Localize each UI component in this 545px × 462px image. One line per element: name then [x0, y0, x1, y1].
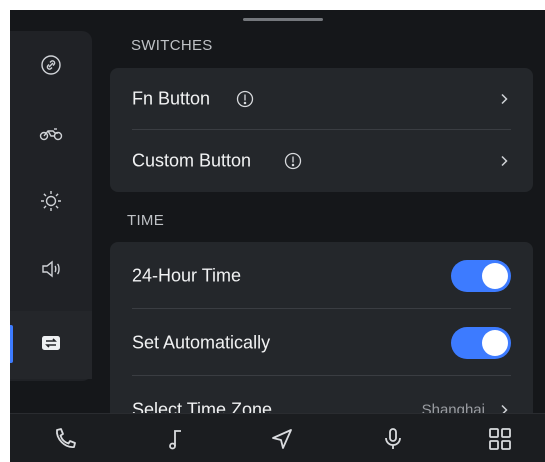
24-hour-time-row: 24-Hour Time: [110, 242, 533, 309]
24-hour-time-label: 24-Hour Time: [132, 265, 242, 285]
phone-icon[interactable]: [52, 426, 78, 452]
brightness-icon: [39, 189, 63, 218]
switch-settings-icon: [39, 331, 63, 360]
speaker-icon: [39, 257, 63, 286]
sidebar-item-general[interactable]: [10, 311, 92, 379]
settings-screen: SWITCHES Fn Button Custom Button TIME 24…: [0, 0, 545, 462]
sidebar-item-display[interactable]: [10, 169, 92, 237]
custom-button-label: Custom Button: [132, 150, 252, 171]
24-hour-time-toggle[interactable]: [451, 259, 511, 292]
microphone-icon[interactable]: [380, 426, 406, 452]
apps-grid-icon[interactable]: [487, 426, 513, 452]
toggle-knob: [482, 329, 508, 356]
link-icon: [39, 53, 63, 82]
motorcycle-icon: [39, 121, 63, 150]
drag-handle[interactable]: [243, 18, 323, 21]
switches-card: Fn Button Custom Button: [110, 68, 533, 192]
info-icon[interactable]: [236, 90, 254, 108]
info-icon[interactable]: [284, 152, 302, 170]
custom-button-row[interactable]: Custom Button: [110, 130, 533, 192]
section-title-time: TIME: [127, 212, 165, 229]
bottom-nav-bar: [0, 413, 545, 462]
sidebar-item-link[interactable]: [10, 33, 92, 101]
navigation-icon[interactable]: [269, 426, 295, 452]
set-automatically-label: Set Automatically: [132, 332, 271, 352]
sidebar-item-vehicle[interactable]: [10, 101, 92, 169]
fn-button-label: Fn Button: [132, 88, 211, 109]
time-card: 24-Hour Time Set Automatically Select Ti…: [110, 242, 533, 422]
fn-button-row[interactable]: Fn Button: [110, 68, 533, 130]
toggle-knob: [482, 262, 508, 289]
set-automatically-row: Set Automatically: [110, 309, 533, 376]
screen-edge-left: [0, 0, 10, 462]
section-title-switches: SWITCHES: [131, 37, 213, 54]
set-automatically-toggle[interactable]: [451, 326, 511, 359]
active-indicator: [10, 325, 13, 363]
chevron-right-icon: [497, 92, 511, 106]
music-note-icon[interactable]: [163, 426, 189, 452]
screen-edge-top: [0, 0, 545, 10]
chevron-right-icon: [497, 154, 511, 168]
sidebar-item-sound[interactable]: [10, 237, 92, 305]
sidebar: [10, 31, 92, 381]
